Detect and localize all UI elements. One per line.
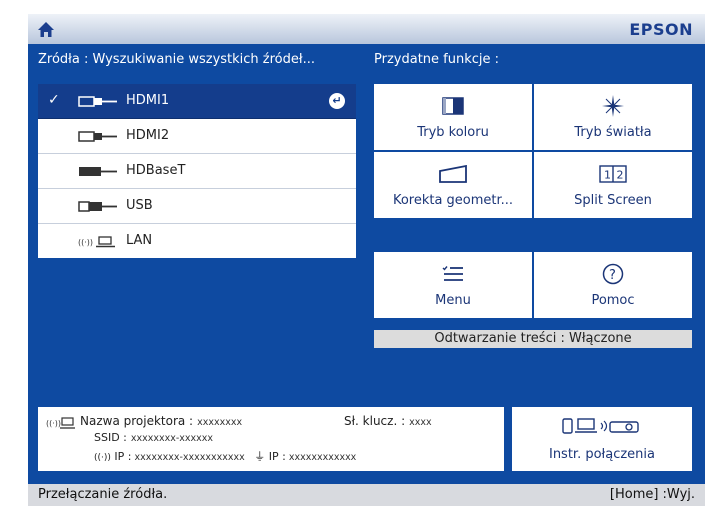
tile-label: Split Screen: [574, 193, 652, 208]
network-icon: ((·)): [46, 417, 75, 429]
home-icon[interactable]: [37, 21, 55, 38]
svg-text:2: 2: [617, 169, 624, 182]
sources-heading: Źródła : Wyszukiwanie wszystkich źródeł.…: [38, 52, 315, 67]
light-mode-icon: [602, 95, 624, 117]
hdmi-icon: [78, 96, 117, 107]
source-label: LAN: [126, 233, 153, 248]
top-bar: EPSON: [28, 14, 705, 44]
projector-name-value: xxxxxxxx: [197, 417, 243, 428]
status-bar: Przełączanie źródła. [Home] :Wyj.: [28, 484, 705, 506]
tile-label: Tryb koloru: [417, 125, 489, 140]
tile-label: Menu: [435, 293, 471, 308]
svg-text:1: 1: [604, 169, 611, 182]
source-item-lan[interactable]: ((·)) LAN: [38, 224, 356, 258]
split-screen-icon: 1 2: [599, 165, 627, 183]
split-screen-button[interactable]: 1 2 Split Screen: [534, 152, 692, 218]
source-label: HDMI2: [126, 128, 170, 143]
connection-guide-button[interactable]: Instr. połączenia: [512, 407, 692, 471]
source-item-hdbaset[interactable]: HDBaseT: [38, 154, 356, 189]
tile-label: Korekta geometr...: [392, 193, 514, 208]
color-mode-button[interactable]: Tryb koloru: [374, 84, 532, 150]
light-mode-button[interactable]: Tryb światła: [534, 84, 692, 150]
source-item-usb[interactable]: USB: [38, 189, 356, 224]
geometry-correction-icon: [439, 165, 467, 183]
wireless-icon: ((·)): [94, 453, 111, 463]
network-info-panel: ((·)) Nazwa projektora : xxxxxxxx Sł. klu…: [38, 407, 504, 471]
tile-label: Pomoc: [591, 293, 635, 308]
source-item-hdmi1[interactable]: ✓ HDMI1 ↵: [38, 84, 356, 119]
wireless-ip-value: xxxxxxxx-xxxxxxxxxxx: [134, 452, 245, 463]
svg-text:?: ?: [609, 268, 616, 283]
enter-icon: ↵: [329, 93, 345, 109]
connection-devices-icon: [562, 418, 639, 434]
wired-ip-value: xxxxxxxxxxxx: [288, 452, 357, 463]
functions-heading: Przydatne funkcje :: [374, 52, 500, 67]
hdbaset-icon: [79, 167, 117, 176]
lan-icon: ((·)): [78, 236, 115, 248]
source-label: HDBaseT: [126, 163, 186, 178]
help-icon: ?: [602, 263, 624, 285]
menu-button[interactable]: Menu: [374, 252, 532, 318]
source-list: ✓ HDMI1 ↵ HDMI2 HDBaseT USB ((·)) LAN: [38, 84, 356, 258]
key-row: Sł. klucz. : xxxx: [344, 414, 432, 428]
status-hint: Przełączanie źródła.: [38, 487, 168, 502]
svg-text:((·)): ((·)): [46, 419, 61, 428]
help-button[interactable]: ? Pomoc: [534, 252, 692, 318]
source-label: USB: [126, 198, 153, 213]
wired-ip-label: IP :: [268, 450, 286, 463]
tile-label: Tryb światła: [574, 125, 652, 140]
source-item-hdmi2[interactable]: HDMI2: [38, 119, 356, 154]
key-label: Sł. klucz. :: [344, 414, 406, 428]
check-icon: ✓: [48, 92, 60, 108]
key-value: xxxx: [409, 417, 432, 428]
home-screen: EPSON Źródła : Wyszukiwanie wszystkich ź…: [28, 14, 705, 506]
ip-row: ((·)) IP : xxxxxxxx-xxxxxxxxxxx ⏚ IP : xxx…: [94, 448, 356, 464]
home-exit-hint: [Home] :Wyj.: [609, 487, 695, 502]
menu-icon: [442, 266, 463, 281]
content-playback-status: Odtwarzanie treści : Włączone: [374, 330, 692, 348]
usb-icon: [78, 201, 117, 212]
projector-name-row: Nazwa projektora : xxxxxxxx: [80, 414, 242, 428]
svg-text:((·)): ((·)): [78, 238, 93, 247]
source-label: HDMI1: [126, 93, 170, 108]
color-mode-icon: [442, 97, 464, 115]
geometry-correction-button[interactable]: Korekta geometr...: [374, 152, 532, 218]
projector-name-label: Nazwa projektora :: [80, 414, 194, 428]
ssid-value: xxxxxxxx-xxxxxx: [130, 433, 214, 444]
ssid-row: SSID : xxxxxxxx-xxxxxx: [94, 431, 213, 444]
connection-guide-label: Instr. połączenia: [548, 447, 655, 462]
brand-logo: EPSON: [629, 20, 693, 39]
hdmi-icon: [78, 131, 117, 142]
wireless-ip-label: IP :: [114, 450, 132, 463]
wired-network-icon: ⏚: [254, 450, 266, 463]
ssid-label: SSID :: [94, 431, 127, 444]
